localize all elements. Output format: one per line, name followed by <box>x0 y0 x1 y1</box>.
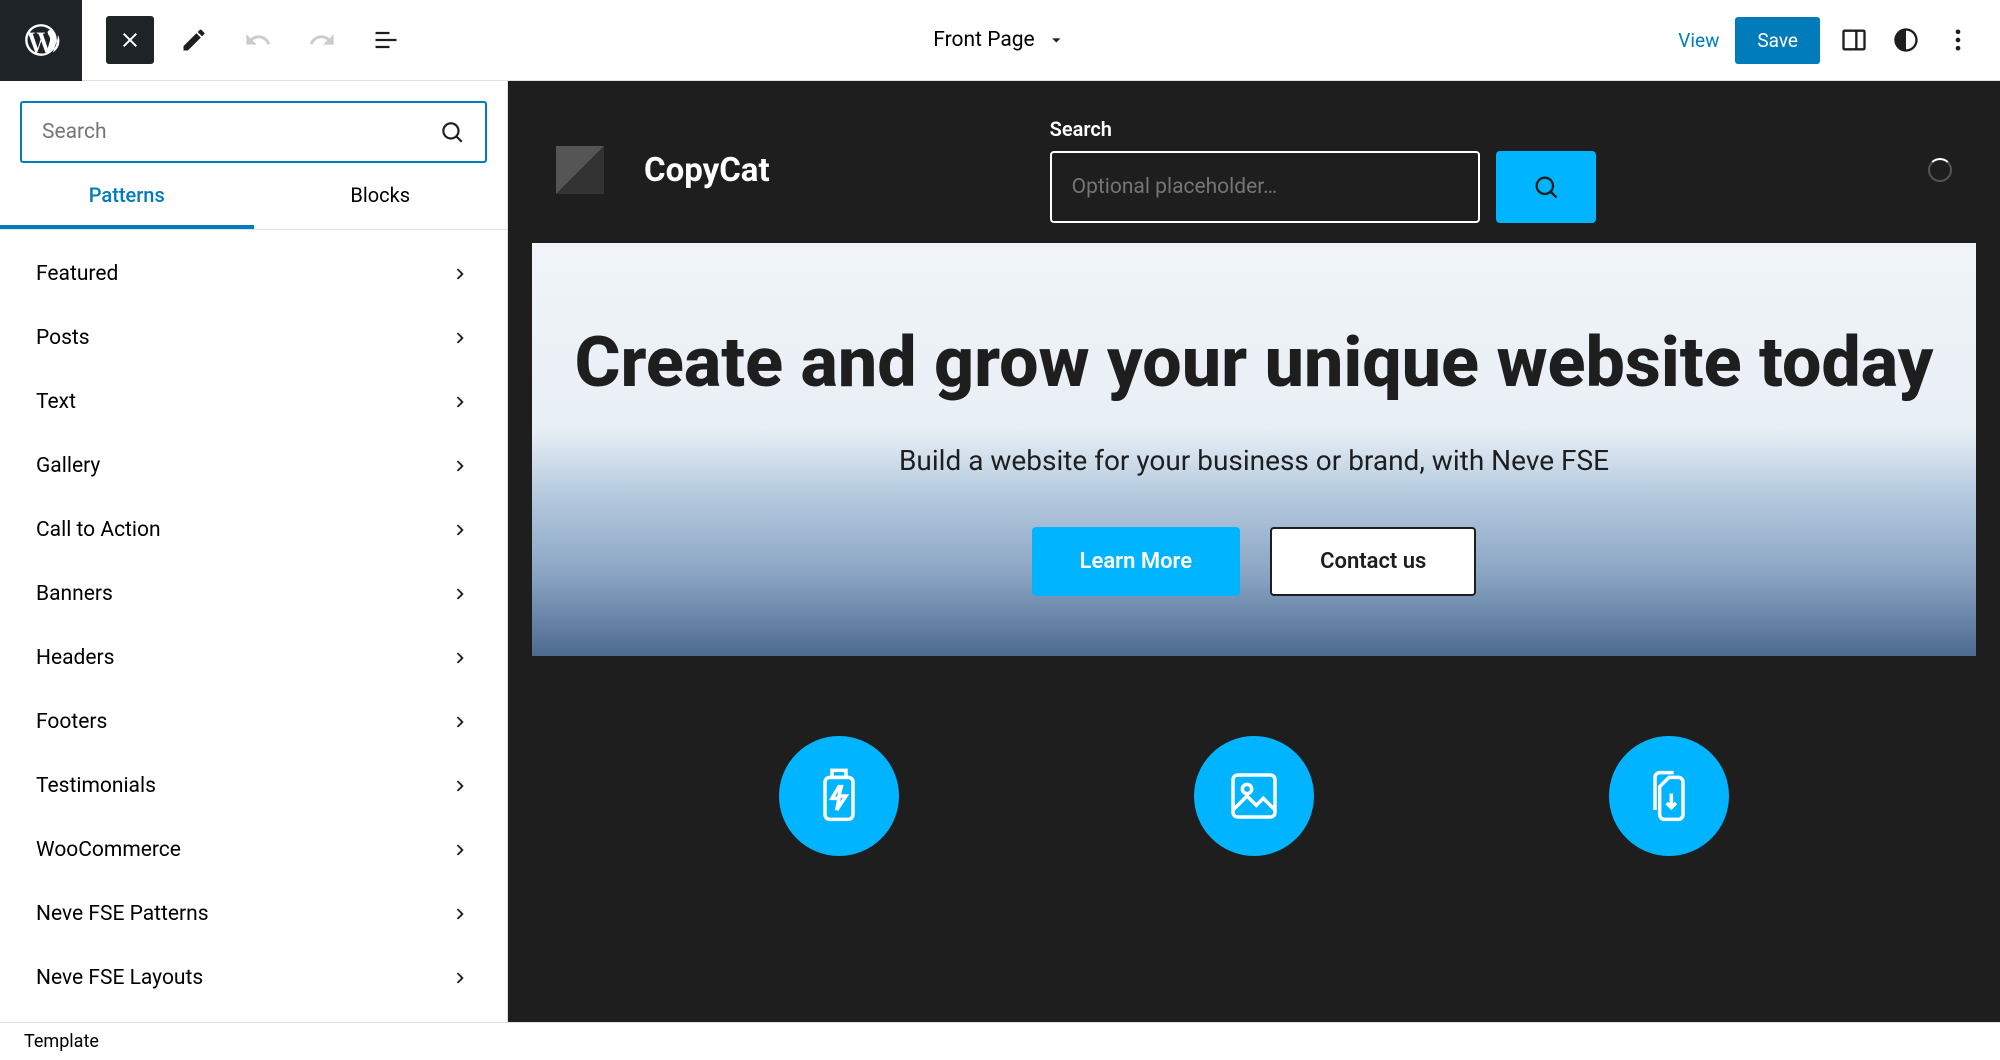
toolbar-left <box>82 16 410 64</box>
inserter-sidebar: Patterns Blocks Featured Posts Text Gall… <box>0 81 508 1022</box>
undo-icon <box>244 26 272 54</box>
view-link[interactable]: View <box>1678 29 1719 52</box>
image-icon <box>1226 768 1282 824</box>
category-featured[interactable]: Featured <box>0 242 507 306</box>
search-field[interactable] <box>1050 151 1480 223</box>
options-menu-button[interactable] <box>1940 22 1976 58</box>
chevron-down-icon <box>1047 30 1067 50</box>
loading-spinner <box>1928 158 1952 182</box>
sidebar-icon <box>1840 26 1868 54</box>
main-area: Patterns Blocks Featured Posts Text Gall… <box>0 81 2000 1022</box>
search-submit-button[interactable] <box>1496 151 1596 223</box>
tab-patterns[interactable]: Patterns <box>0 183 254 229</box>
page-title: Front Page <box>933 28 1034 52</box>
contrast-icon <box>1892 26 1920 54</box>
pencil-icon <box>180 26 208 54</box>
hero-block[interactable]: Create and grow your unique website toda… <box>532 243 1976 656</box>
undo-button[interactable] <box>234 16 282 64</box>
list-icon <box>372 26 400 54</box>
category-woocommerce[interactable]: WooCommerce <box>0 818 507 882</box>
editor-canvas[interactable]: CopyCat Search Create and grow your uniq… <box>508 81 2000 1022</box>
search-icon <box>1532 173 1560 201</box>
category-gallery[interactable]: Gallery <box>0 434 507 498</box>
search-box[interactable] <box>20 101 487 163</box>
search-icon <box>439 119 465 145</box>
site-header-block[interactable]: CopyCat Search <box>524 97 1984 243</box>
category-posts[interactable]: Posts <box>0 306 507 370</box>
search-label: Search <box>1050 117 1596 141</box>
close-icon <box>118 28 142 52</box>
toolbar-right: View Save <box>1678 17 2000 64</box>
category-headers[interactable]: Headers <box>0 626 507 690</box>
search-row <box>1050 151 1596 223</box>
tab-blocks[interactable]: Blocks <box>254 183 508 229</box>
redo-button[interactable] <box>298 16 346 64</box>
search-input[interactable] <box>42 120 439 144</box>
chevron-right-icon <box>449 391 471 413</box>
features-row[interactable] <box>532 656 1976 856</box>
wordpress-icon <box>22 21 60 59</box>
chevron-right-icon <box>449 647 471 669</box>
category-neve-fse-layouts[interactable]: Neve FSE Layouts <box>0 946 507 1010</box>
styles-button[interactable] <box>1888 22 1924 58</box>
inserter-tabs: Patterns Blocks <box>0 183 507 230</box>
feature-icon-download[interactable] <box>1609 736 1729 856</box>
search-block[interactable]: Search <box>1050 117 1596 223</box>
pattern-categories: Featured Posts Text Gallery Call to Acti… <box>0 230 507 1022</box>
category-call-to-action[interactable]: Call to Action <box>0 498 507 562</box>
category-banners[interactable]: Banners <box>0 562 507 626</box>
category-neve-fse-patterns[interactable]: Neve FSE Patterns <box>0 882 507 946</box>
chevron-right-icon <box>449 711 471 733</box>
chevron-right-icon <box>449 903 471 925</box>
close-inserter-button[interactable] <box>106 16 154 64</box>
chevron-right-icon <box>449 519 471 541</box>
hero-buttons: Learn More Contact us <box>572 527 1936 596</box>
battery-charge-icon <box>811 768 867 824</box>
category-text[interactable]: Text <box>0 370 507 434</box>
chevron-right-icon <box>449 263 471 285</box>
document-overview-button[interactable] <box>362 16 410 64</box>
top-toolbar: Front Page View Save <box>0 0 2000 81</box>
chevron-right-icon <box>449 967 471 989</box>
edit-tool-button[interactable] <box>170 16 218 64</box>
breadcrumb-bar: Template <box>0 1022 2000 1060</box>
hero-subheading[interactable]: Build a website for your business or bra… <box>572 444 1936 477</box>
category-footers[interactable]: Footers <box>0 690 507 754</box>
category-testimonials[interactable]: Testimonials <box>0 754 507 818</box>
learn-more-button[interactable]: Learn More <box>1032 527 1240 596</box>
chevron-right-icon <box>449 583 471 605</box>
feature-icon-image[interactable] <box>1194 736 1314 856</box>
feature-icon-battery[interactable] <box>779 736 899 856</box>
chevron-right-icon <box>449 839 471 861</box>
redo-icon <box>308 26 336 54</box>
hero-heading[interactable]: Create and grow your unique website toda… <box>572 323 1936 404</box>
save-button[interactable]: Save <box>1735 17 1820 64</box>
breadcrumb-template[interactable]: Template <box>24 1031 99 1052</box>
site-title[interactable]: CopyCat <box>644 151 770 190</box>
template-title-dropdown[interactable]: Front Page <box>933 28 1066 52</box>
chevron-right-icon <box>449 455 471 477</box>
search-wrap <box>0 81 507 183</box>
site-logo-placeholder[interactable] <box>556 146 604 194</box>
more-vertical-icon <box>1944 26 1972 54</box>
chevron-right-icon <box>449 775 471 797</box>
settings-panel-button[interactable] <box>1836 22 1872 58</box>
contact-us-button[interactable]: Contact us <box>1270 527 1476 596</box>
files-download-icon <box>1641 768 1697 824</box>
wordpress-logo[interactable] <box>0 0 82 81</box>
chevron-right-icon <box>449 327 471 349</box>
